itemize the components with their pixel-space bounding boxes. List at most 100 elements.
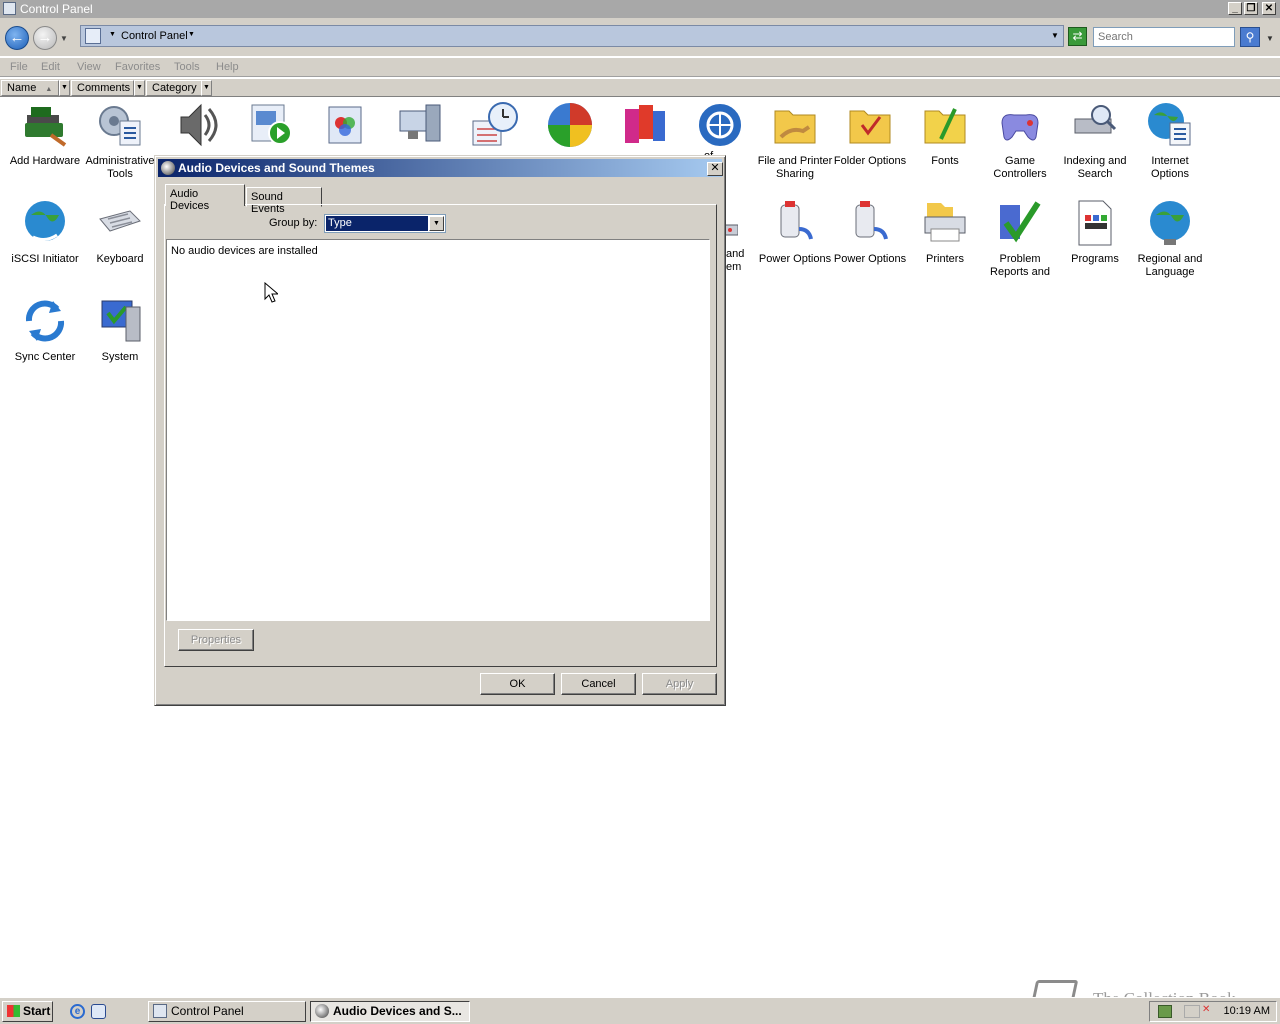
system-tray: ✕ 10:19 AM [1149, 1001, 1277, 1022]
cp-item-audio-devices[interactable] [157, 99, 233, 155]
cp-item-programs[interactable]: Programs [1057, 197, 1133, 266]
forward-button[interactable]: → [33, 26, 57, 50]
show-desktop-icon[interactable] [91, 1004, 106, 1019]
printer-icon [921, 199, 969, 247]
cp-item-administrative-tools[interactable]: Administrative Tools [82, 99, 158, 181]
menu-view[interactable]: View [77, 61, 101, 73]
column-header-bar: Name ▲ ▼ Comments ▼ Category ▼ [0, 79, 1280, 97]
taskbar-audio-devices[interactable]: Audio Devices and S... [310, 1001, 470, 1022]
cp-item-label: Add Hardware [9, 155, 81, 167]
history-dropdown-icon[interactable]: ▼ [60, 34, 68, 43]
cp-item-label: Programs [1071, 253, 1119, 265]
cp-item-game-controllers[interactable]: Game Controllers [982, 99, 1058, 181]
back-button[interactable]: ← [5, 26, 29, 50]
breadcrumb-chevron-icon[interactable]: ▼ [109, 31, 116, 38]
chevron-down-icon[interactable]: ▼ [429, 216, 444, 231]
back-arrow-icon: ← [9, 29, 25, 46]
mouse-cursor-icon [264, 282, 278, 303]
menu-help[interactable]: Help [216, 61, 239, 73]
close-button[interactable]: ✕ [1262, 2, 1276, 15]
cp-item-label: Fonts [931, 155, 959, 167]
menu-file[interactable]: File [10, 61, 28, 73]
hardware-icon [21, 101, 69, 149]
menu-tools[interactable]: Tools [174, 61, 200, 73]
cp-item-data-sources[interactable] [382, 99, 458, 155]
cp-item-label: iSCSI Initiator [11, 253, 79, 265]
clock: 10:19 AM [1223, 1005, 1270, 1017]
admin-tools-icon [96, 101, 144, 149]
cp-item-power-options-2[interactable]: Power Options [832, 197, 908, 266]
column-category-filter-icon[interactable]: ▼ [201, 80, 212, 96]
cp-item-regional-and-language[interactable]: Regional and Language [1132, 197, 1208, 279]
cp-item-date-and-time[interactable] [457, 99, 533, 155]
internet-explorer-icon[interactable]: e [70, 1004, 85, 1019]
search-button[interactable]: ⚲ [1240, 27, 1260, 47]
dialog-close-button[interactable]: ✕ [707, 162, 723, 176]
control-panel-icon [85, 28, 101, 44]
search-options-icon[interactable]: ▼ [1266, 34, 1274, 43]
cp-item-indexing-and-search[interactable]: Indexing and Search [1057, 99, 1133, 181]
dialog-title: Audio Devices and Sound Themes [178, 161, 375, 175]
cp-item-folder-options[interactable]: Folder Options [832, 99, 908, 168]
forward-arrow-icon: → [37, 29, 53, 46]
cp-item-label: Folder Options [833, 155, 907, 167]
tab-audio-devices[interactable]: Audio Devices [165, 184, 245, 212]
address-dropdown-icon[interactable]: ▼ [1051, 31, 1059, 40]
cp-item-label: Game Controllers [993, 155, 1047, 180]
column-comments-filter-icon[interactable]: ▼ [134, 80, 145, 96]
taskbar: Start e Control Panel Audio Devices and … [0, 997, 1280, 1024]
column-name-filter-icon[interactable]: ▼ [59, 80, 70, 96]
refresh-button[interactable]: ⇄ [1068, 27, 1087, 46]
cp-item-default-programs[interactable] [532, 99, 608, 155]
cp-item-problem-reports[interactable]: Problem Reports and [982, 197, 1058, 279]
device-list[interactable]: No audio devices are installed [166, 239, 710, 621]
menu-favorites[interactable]: Favorites [115, 61, 160, 73]
group-by-label: Group by: [269, 217, 318, 229]
properties-button[interactable]: Properties [178, 629, 254, 651]
cp-item-keyboard[interactable]: Keyboard [82, 197, 158, 266]
speaker-icon [171, 101, 219, 149]
cp-item-internet-options[interactable]: Internet Options [1132, 99, 1208, 181]
breadcrumb-chevron-icon[interactable]: ▼ [188, 31, 195, 38]
cp-item-label: File and Printer Sharing [757, 155, 833, 180]
cp-item-fonts[interactable]: Fonts [907, 99, 983, 168]
group-by-select[interactable]: Type ▼ [324, 214, 446, 233]
minimize-button[interactable]: _ [1228, 2, 1242, 15]
folder-options-icon [846, 101, 894, 149]
speaker-icon [315, 1004, 329, 1018]
cp-item-ease-of-access[interactable]: ofss [682, 99, 758, 175]
cp-item-color[interactable] [307, 99, 383, 155]
column-comments[interactable]: Comments [71, 80, 134, 96]
column-name[interactable]: Name ▲ [1, 80, 59, 96]
cp-item-autoplay[interactable] [232, 99, 308, 155]
search-input[interactable] [1093, 27, 1235, 47]
cp-item-iscsi-initiator[interactable]: iSCSI Initiator [7, 197, 83, 266]
column-name-label: Name [7, 82, 37, 94]
cp-item-system[interactable]: System [82, 295, 158, 364]
start-label: Start [23, 1004, 51, 1018]
column-category[interactable]: Category [146, 80, 202, 96]
menu-edit[interactable]: Edit [41, 61, 60, 73]
cp-item-file-printer-sharing[interactable]: File and Printer Sharing [757, 99, 833, 181]
address-path: Control Panel [121, 30, 188, 42]
address-field[interactable]: ▼ Control Panel ▼ ▼ [80, 25, 1064, 47]
taskbar-control-panel[interactable]: Control Panel [148, 1001, 306, 1022]
cp-item-disk[interactable] [607, 99, 683, 155]
ok-button[interactable]: OK [480, 673, 555, 695]
network-tray-icon[interactable] [1184, 1005, 1200, 1018]
restore-button[interactable]: ❐ [1244, 2, 1258, 15]
cp-item-printers[interactable]: Printers [907, 197, 983, 266]
taskbar-task-label: Audio Devices and S... [333, 1004, 462, 1018]
cp-item-label: Power Options [833, 253, 907, 265]
problem-reports-icon [996, 199, 1044, 247]
apply-button[interactable]: Apply [642, 673, 717, 695]
cp-item-sync-center[interactable]: Sync Center [7, 295, 83, 364]
audio-devices-dialog: Audio Devices and Sound Themes ✕ Audio D… [154, 155, 726, 706]
power-icon [771, 199, 819, 247]
cp-item-add-hardware[interactable]: Add Hardware [7, 99, 83, 168]
ease-of-access-icon [696, 101, 744, 149]
cancel-button[interactable]: Cancel [561, 673, 636, 695]
cp-item-power-options[interactable]: Power Options [757, 197, 833, 266]
start-button[interactable]: Start [2, 1001, 53, 1022]
security-tray-icon[interactable] [1158, 1005, 1172, 1018]
